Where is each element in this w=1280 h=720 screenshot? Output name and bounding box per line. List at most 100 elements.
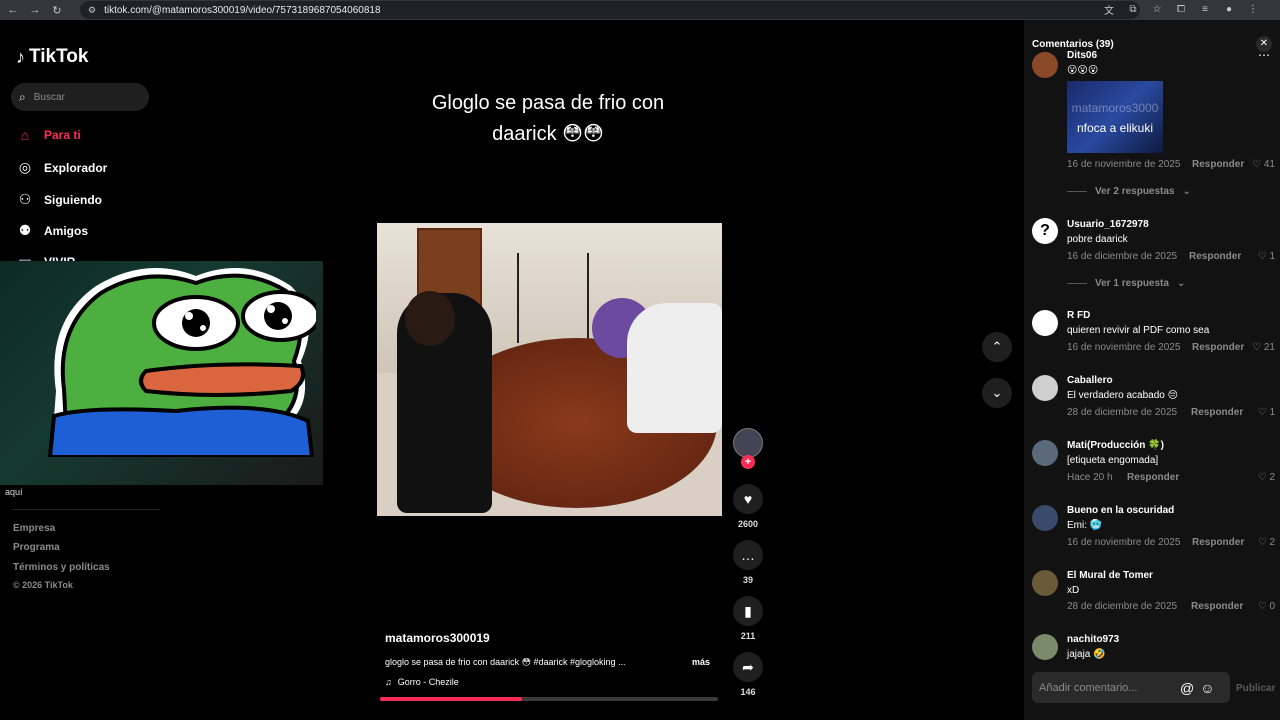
video-progress-bar[interactable] [380,697,718,701]
avatar[interactable] [1032,634,1058,660]
avatar[interactable] [1032,375,1058,401]
reload-icon[interactable]: ↻ [48,1,66,19]
search-input[interactable]: ⌕ Buscar [11,83,149,111]
sidebar-item-amigos[interactable]: ⚉ Amigos [16,222,88,239]
footer-link-programa[interactable]: Programa [13,542,60,553]
comment-button[interactable]: … 39 [733,540,763,585]
translate-icon[interactable]: 文 [1102,2,1116,17]
comment-author[interactable]: El Mural de Tomer [1067,570,1153,581]
avatar[interactable] [1032,570,1058,596]
search-placeholder: Buscar [33,91,65,103]
forward-icon[interactable]: → [26,1,44,19]
sidebar-item-siguiendo[interactable]: ⚇ Siguiendo [16,191,102,208]
comment-author[interactable]: nachito973 [1067,634,1119,645]
avatar[interactable] [1032,440,1058,466]
comment-like-button[interactable]: ♡ 0 [1258,601,1275,612]
install-icon[interactable]: ⧉ [1126,2,1140,16]
reply-button[interactable]: Responder [1191,407,1243,418]
search-icon: ⌕ [19,89,26,104]
avatar[interactable] [1032,310,1058,336]
address-bar[interactable]: ⚙ tiktok.com/@matamoros300019/video/7573… [80,1,1140,19]
comment-like-button[interactable]: ♡ 1 [1258,407,1275,418]
comment-gif[interactable]: matamoros3000 nfoca a elikuki [1067,81,1163,153]
more-options-icon[interactable]: ⋯ [1258,48,1270,62]
tiktok-logo[interactable]: ♪ TikTok [16,46,88,68]
extension-icon[interactable]: ⧠ [1174,2,1188,16]
video-author[interactable]: matamoros300019 [385,631,490,645]
emoji-icon[interactable]: ☺ [1200,680,1214,696]
taskbar [0,714,1024,720]
publish-button[interactable]: Publicar [1236,683,1275,694]
comment-author[interactable]: Usuario_1672978 [1067,219,1149,230]
avatar[interactable]: ? [1032,218,1058,244]
previous-video-button[interactable]: ⌃ [982,332,1012,362]
music-info[interactable]: ♫ Gorro - Chezile [385,677,459,687]
video-description: gloglo se pasa de frio con daarick 😳 #da… [385,657,626,667]
comment-text: Emi: 🥶 [1067,520,1103,531]
comment-like-count: 0 [1269,601,1275,612]
streamer-overlay [0,261,323,485]
like-button[interactable]: ♥ 2600 [733,484,763,529]
view-replies-button[interactable]: Ver 1 respuesta ⌄ [1067,278,1185,289]
comment-author[interactable]: Caballero [1067,375,1113,386]
comment-author[interactable]: R FD [1067,310,1090,321]
overlay-caption: aquí [5,487,23,497]
reply-button[interactable]: Responder [1192,159,1244,170]
reply-button[interactable]: Responder [1192,537,1244,548]
view-replies-button[interactable]: Ver 2 respuestas ⌄ [1067,186,1191,197]
video-player[interactable] [377,223,722,516]
profile-avatar-icon[interactable]: ● [1222,2,1236,16]
comment-author[interactable]: Dits06 [1067,50,1097,60]
mention-icon[interactable]: @ [1180,680,1194,696]
comment-like-count: 21 [1263,342,1275,353]
chevron-up-icon: ⌃ [991,339,1003,354]
comment-like-count: 1 [1269,251,1275,262]
video-person-head [405,291,455,346]
sidebar-item-label: Amigos [44,223,89,238]
comment-like-button[interactable]: ♡ 2 [1258,472,1275,483]
share-button[interactable]: ➦ 146 [733,652,763,697]
site-info-icon[interactable]: ⚙ [88,5,96,16]
logo-text: TikTok [29,46,89,67]
browser-menu-icon[interactable]: ⋮ [1246,2,1260,16]
sidebar: ♪ TikTok ⌕ Buscar ⌂ Para ti ◎ Explorador… [0,20,330,720]
footer-link-terminos[interactable]: Términos y políticas [13,562,110,573]
chevron-down-icon: ⌄ [1176,278,1186,289]
comment-input[interactable] [1039,681,1174,694]
bookmark-star-icon[interactable]: ☆ [1150,2,1164,16]
follow-plus-icon[interactable]: + [741,455,755,469]
creator-avatar[interactable] [733,428,763,458]
like-count: 2600 [737,519,759,529]
comment-author[interactable]: Mati(Producción 🍀) [1067,440,1164,451]
save-button[interactable]: ▮ 211 [733,596,763,641]
comment-like-button[interactable]: ♡ 41 [1252,159,1275,170]
comment-text: El verdadero acabado 😔 [1067,390,1179,401]
back-icon[interactable]: ← [4,1,22,19]
heart-icon: ♥ [733,484,763,514]
comment-like-button[interactable]: ♡ 21 [1252,342,1275,353]
footer-link-empresa[interactable]: Empresa [13,523,55,534]
comment-like-button[interactable]: ♡ 2 [1258,537,1275,548]
comment-like-button[interactable]: ♡ 1 [1258,251,1275,262]
sidebar-item-para-ti[interactable]: ⌂ Para ti [16,127,81,143]
reply-button[interactable]: Responder [1192,342,1244,353]
reply-button[interactable]: Responder [1127,472,1179,483]
sidebar-item-label: Explorador [44,160,108,175]
reading-list-icon[interactable]: ≡ [1198,2,1212,16]
next-video-button[interactable]: ⌄ [982,378,1012,408]
more-button[interactable]: más [692,657,710,667]
sidebar-item-explorador[interactable]: ◎ Explorador [16,159,107,176]
browser-toolbar: ← → ↻ ⚙ tiktok.com/@matamoros300019/vide… [0,0,1280,20]
comment-like-count: 2 [1269,472,1275,483]
comment-author[interactable]: Bueno en la oscuridad [1067,505,1174,516]
avatar[interactable] [1032,52,1058,78]
comments-panel: Comentarios (39) ✕ ⋯ Dits06 😮😮😮 matamoro… [1024,20,1280,720]
avatar[interactable] [1032,505,1058,531]
reply-button[interactable]: Responder [1191,601,1243,612]
title-line-1: Gloglo se pasa de frio con [431,92,665,114]
copyright: © 2026 TikTok [13,580,73,590]
comment-date: 28 de diciembre de 2025 [1067,407,1178,418]
reply-button[interactable]: Responder [1189,251,1241,262]
comment-meta: Hace 20 h Responder ♡ 2 [1067,472,1275,483]
video-person [627,303,722,433]
